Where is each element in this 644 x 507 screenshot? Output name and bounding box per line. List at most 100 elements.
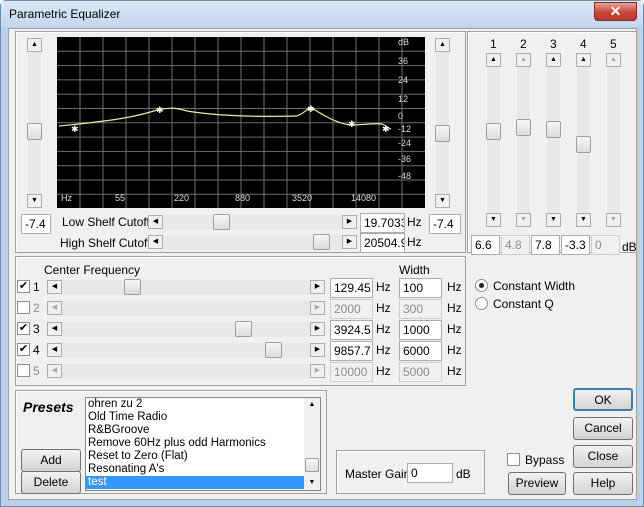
presets-list[interactable]: ohren zu 2 Old Time Radio R&BGroove Remove … <box>85 397 321 491</box>
frequency-left-button[interactable]: ◀ <box>47 322 62 336</box>
band-gain-up-button[interactable]: ▲ <box>546 53 561 67</box>
width-field[interactable]: 6000 <box>399 341 442 361</box>
band-enable-checkbox[interactable]: ✔ <box>17 280 30 293</box>
frequency-right-button[interactable]: ▶ <box>310 280 325 294</box>
band-gain-thumb[interactable] <box>516 119 531 136</box>
high-shelf-left-button[interactable]: ◀ <box>148 235 163 249</box>
band-gain-track[interactable] <box>516 67 531 213</box>
center-frequency-field[interactable]: 129.45 <box>330 278 373 298</box>
band-gain-up-button[interactable]: ▲ <box>606 53 621 67</box>
band-gain-thumb[interactable] <box>576 136 591 153</box>
arrow-down-icon[interactable]: ▼ <box>304 476 320 490</box>
preset-item[interactable]: Resonating A's <box>86 463 304 476</box>
frequency-track[interactable] <box>62 364 310 379</box>
arrow-up-icon[interactable]: ▲ <box>304 398 320 412</box>
band-gain-field[interactable]: -3.3 <box>561 235 590 255</box>
center-frequency-field[interactable]: 2000 <box>330 299 373 319</box>
band-enable-checkbox[interactable] <box>17 301 30 314</box>
preset-item[interactable]: test <box>86 476 304 489</box>
high-shelf-cutoff-field[interactable]: 20504.9 <box>360 233 405 253</box>
low-shelf-cutoff-field[interactable]: 19.7033 <box>360 213 405 233</box>
right-gain-up-button[interactable]: ▲ <box>435 38 450 52</box>
right-gain-track[interactable] <box>435 52 450 194</box>
preset-item[interactable]: Remove 60Hz plus odd Harmonics <box>86 437 304 450</box>
band-gain-up-button[interactable]: ▲ <box>576 53 591 67</box>
low-shelf-right-button[interactable]: ▶ <box>342 215 357 229</box>
frequency-thumb[interactable] <box>124 279 141 295</box>
band-gain-thumb[interactable] <box>486 123 501 140</box>
high-shelf-thumb[interactable] <box>313 234 330 250</box>
presets-scroll-thumb[interactable] <box>305 458 319 472</box>
presets-scrollbar[interactable]: ▲ ▼ <box>304 398 320 490</box>
frequency-track[interactable] <box>62 322 310 337</box>
band-gain-down-button[interactable]: ▼ <box>516 213 531 227</box>
frequency-track[interactable] <box>62 301 310 316</box>
band-gain-field[interactable]: 0 <box>591 235 620 255</box>
band-gain-field[interactable]: 4.8 <box>501 235 530 255</box>
help-button[interactable]: Help <box>573 472 633 495</box>
left-gain-down-button[interactable]: ▼ <box>27 194 42 208</box>
band-gain-up-button[interactable]: ▲ <box>486 53 501 67</box>
frequency-left-button[interactable]: ◀ <box>47 280 62 294</box>
band-gain-down-button[interactable]: ▼ <box>576 213 591 227</box>
low-shelf-left-button[interactable]: ◀ <box>148 215 163 229</box>
right-gain-down-button[interactable]: ▼ <box>435 194 450 208</box>
frequency-thumb[interactable] <box>265 342 282 358</box>
constant-width-radio[interactable] <box>475 279 488 292</box>
ok-button[interactable]: OK <box>573 388 633 411</box>
center-frequency-field[interactable]: 9857.7 <box>330 341 373 361</box>
low-shelf-track[interactable] <box>163 215 342 230</box>
left-gain-thumb[interactable] <box>27 123 42 140</box>
preset-item[interactable]: ohren zu 2 <box>86 398 304 411</box>
delete-preset-button[interactable]: Delete <box>21 471 81 494</box>
frequency-left-button[interactable]: ◀ <box>47 301 62 315</box>
frequency-right-button[interactable]: ▶ <box>310 343 325 357</box>
preset-item[interactable]: Reset to Zero (Flat) <box>86 450 304 463</box>
width-field[interactable]: 1000 <box>399 320 442 340</box>
band-gain-thumb[interactable] <box>546 121 561 138</box>
band-gain-track[interactable] <box>606 67 621 213</box>
preview-button[interactable]: Preview <box>508 472 566 495</box>
frequency-left-button[interactable]: ◀ <box>47 343 62 357</box>
constant-q-radio[interactable] <box>475 297 488 310</box>
band-gain-field[interactable]: 6.6 <box>471 235 500 255</box>
cancel-button[interactable]: Cancel <box>573 417 633 440</box>
frequency-right-button[interactable]: ▶ <box>310 322 325 336</box>
preset-item[interactable]: R&BGroove <box>86 424 304 437</box>
right-gain-thumb[interactable] <box>435 125 450 142</box>
frequency-left-button[interactable]: ◀ <box>47 364 62 378</box>
master-gain-field[interactable]: 0 <box>407 463 453 483</box>
arrow-left-icon: ◀ <box>51 346 58 353</box>
close-button[interactable]: Close <box>573 445 633 468</box>
band-gain-down-button[interactable]: ▼ <box>606 213 621 227</box>
high-shelf-right-button[interactable]: ▶ <box>342 235 357 249</box>
width-field[interactable]: 100 <box>399 278 442 298</box>
band-gain-track[interactable] <box>546 67 561 213</box>
band-gain-up-button[interactable]: ▲ <box>516 53 531 67</box>
preset-item[interactable]: Old Time Radio <box>86 411 304 424</box>
close-window-button[interactable]: ✕ <box>594 2 637 21</box>
frequency-track[interactable] <box>62 280 310 295</box>
band-enable-checkbox[interactable]: ✔ <box>17 322 30 335</box>
center-frequency-field[interactable]: 10000 <box>330 362 373 382</box>
left-gain-up-button[interactable]: ▲ <box>27 38 42 52</box>
bypass-checkbox[interactable] <box>507 453 520 466</box>
frequency-right-button[interactable]: ▶ <box>310 364 325 378</box>
width-field[interactable]: 5000 <box>399 362 442 382</box>
band-gain-track[interactable] <box>486 67 501 213</box>
frequency-thumb[interactable] <box>235 321 252 337</box>
presets-title: Presets <box>23 399 74 415</box>
band-gain-down-button[interactable]: ▼ <box>546 213 561 227</box>
band-enable-checkbox[interactable] <box>17 364 30 377</box>
high-shelf-gain-field[interactable]: -7.4 <box>429 214 461 234</box>
low-shelf-thumb[interactable] <box>213 214 230 230</box>
band-enable-checkbox[interactable]: ✔ <box>17 343 30 356</box>
band-gain-down-button[interactable]: ▼ <box>486 213 501 227</box>
add-preset-button[interactable]: Add <box>21 449 81 472</box>
arrow-left-icon: ◀ <box>152 218 159 225</box>
frequency-right-button[interactable]: ▶ <box>310 301 325 315</box>
center-frequency-field[interactable]: 3924.5 <box>330 320 373 340</box>
width-field[interactable]: 300 <box>399 299 442 319</box>
band-gain-field[interactable]: 7.8 <box>531 235 560 255</box>
low-shelf-gain-field[interactable]: -7.4 <box>21 214 51 234</box>
